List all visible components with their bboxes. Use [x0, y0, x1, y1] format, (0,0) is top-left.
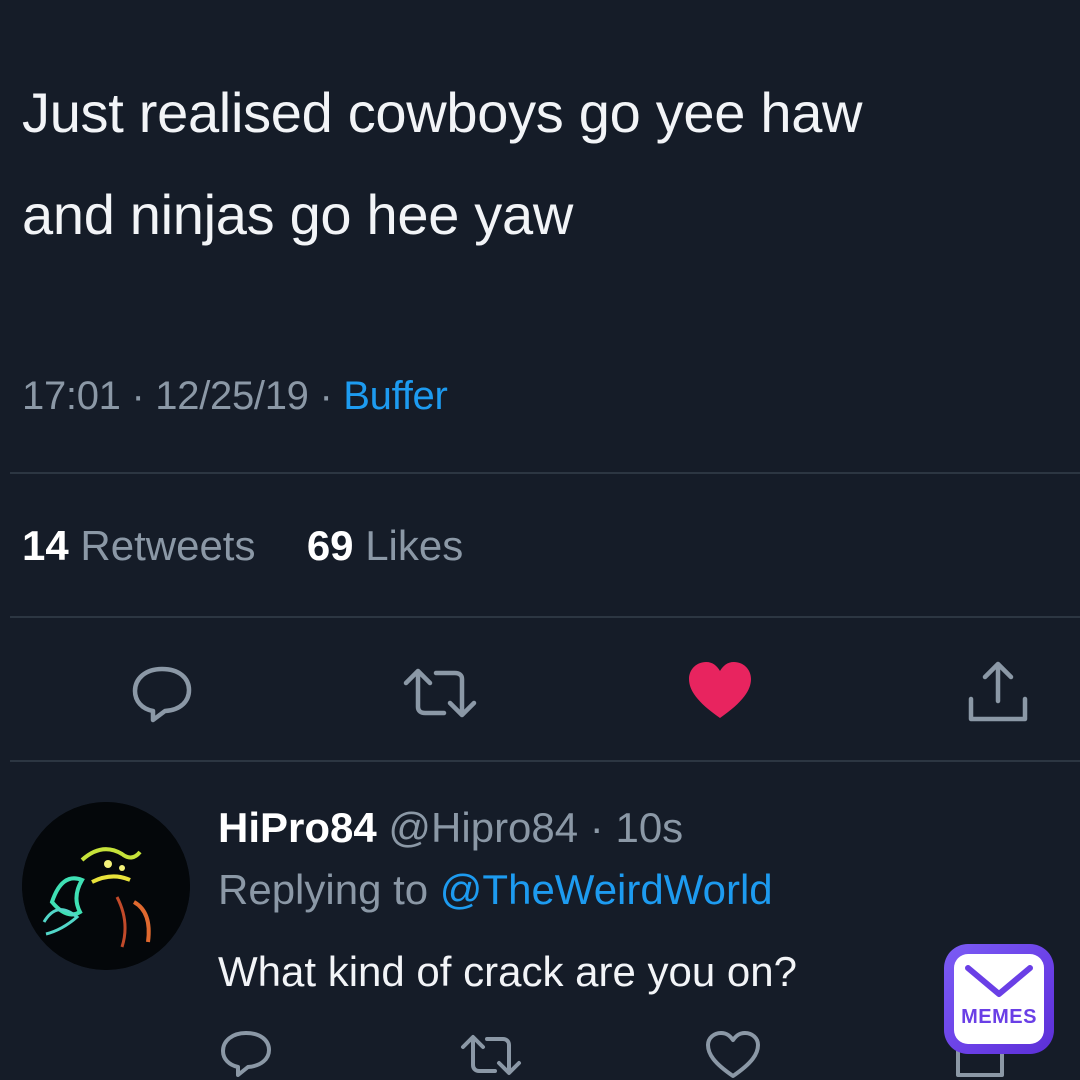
- reply-timestamp[interactable]: 10s: [615, 804, 683, 851]
- share-icon: [968, 661, 1028, 722]
- tweet-meta: 17:01 · 12/25/19 · Buffer: [22, 374, 448, 419]
- retweet-icon: [403, 668, 477, 718]
- divider: [10, 760, 1080, 762]
- reply-retweet-button[interactable]: [458, 1030, 524, 1080]
- comment-icon: [132, 666, 192, 723]
- avatar-image: [22, 802, 190, 970]
- share-button[interactable]: [960, 656, 1036, 728]
- reply-display-name[interactable]: HiPro84: [218, 804, 377, 851]
- tweet-text: Just realised cowboys go yee haw and nin…: [22, 81, 863, 246]
- tweet-stats: 14 Retweets 69 Likes: [22, 522, 463, 570]
- likes-label: Likes: [365, 522, 464, 569]
- memes-logo-card: MEMES: [954, 954, 1044, 1044]
- likes-stat[interactable]: 69 Likes: [307, 522, 463, 569]
- envelope-m-icon: [965, 965, 1033, 997]
- replying-to: Replying to @TheWeirdWorld: [218, 866, 773, 914]
- replying-prefix: Replying to: [218, 866, 429, 913]
- avatar[interactable]: [22, 802, 190, 970]
- retweets-count: 14: [22, 522, 69, 569]
- comment-icon: [221, 1031, 271, 1077]
- divider: [10, 472, 1080, 474]
- reply-like-button[interactable]: [704, 1030, 762, 1080]
- tweet-time: 17:01: [22, 374, 121, 418]
- meta-separator: ·: [131, 374, 145, 418]
- tweet-source-link[interactable]: Buffer: [343, 374, 448, 418]
- reply-tweet[interactable]: HiPro84 @Hipro84 · 10s Replying to @TheW…: [0, 780, 1080, 1080]
- retweets-label: Retweets: [80, 522, 256, 569]
- retweets-stat[interactable]: 14 Retweets: [22, 522, 267, 569]
- reply-header: HiPro84 @Hipro84 · 10s: [218, 804, 683, 852]
- reply-handle[interactable]: @Hipro84: [388, 804, 578, 851]
- divider: [10, 616, 1080, 618]
- likes-count: 69: [306, 522, 354, 569]
- replying-mention-link[interactable]: @TheWeirdWorld: [440, 866, 773, 913]
- heart-outline-icon: [706, 1031, 760, 1078]
- heart-filled-icon: [689, 662, 751, 718]
- reply-text: What kind of crack are you on?: [218, 948, 797, 995]
- memes-label: MEMES: [961, 1006, 1037, 1028]
- memes-watermark-logo: MEMES: [944, 944, 1054, 1054]
- retweet-icon: [461, 1035, 521, 1075]
- retweet-button[interactable]: [398, 660, 482, 726]
- reply-separator: ·: [589, 804, 604, 851]
- reply-reply-button[interactable]: [218, 1028, 274, 1080]
- tweet-date: 12/25/19: [155, 374, 309, 418]
- like-button[interactable]: [684, 656, 756, 726]
- meta-separator: ·: [319, 374, 333, 418]
- reply-button[interactable]: [124, 658, 200, 728]
